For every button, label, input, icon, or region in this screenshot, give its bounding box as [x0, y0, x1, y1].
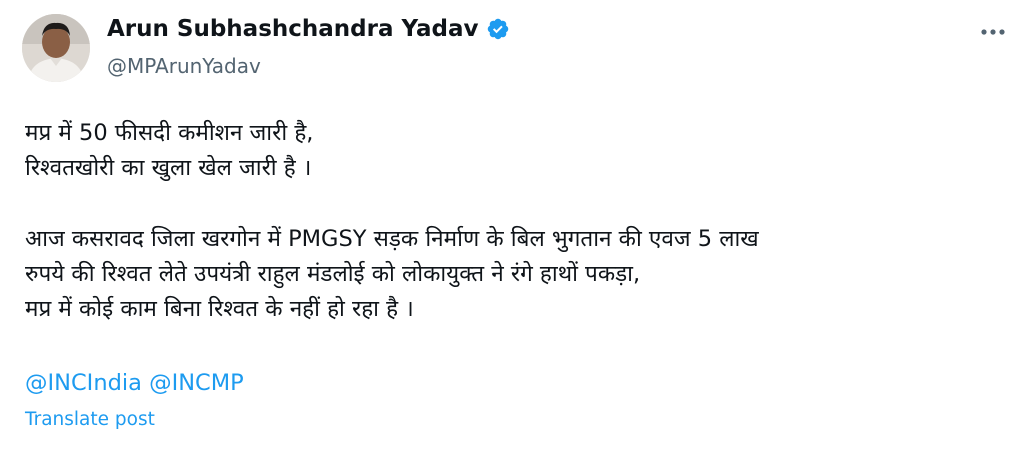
post-text-blank-line [25, 186, 1005, 222]
verified-badge-icon [486, 17, 510, 41]
post-text-line: मप्र में 50 फीसदी कमीशन जारी है, [25, 120, 314, 146]
author-display-name[interactable]: Arun Subhashchandra Yadav [107, 16, 479, 42]
post-mentions: @INCIndia @INCMP [25, 366, 244, 401]
post-text-line: रुपये की रिश्वत लेते उपयंत्री राहुल मंडल… [25, 261, 641, 287]
post-text-line: मप्र में कोई काम बिना रिश्वत के नहीं हो … [25, 296, 414, 322]
avatar[interactable] [22, 14, 90, 82]
avatar-image [22, 14, 90, 82]
post-card: Arun Subhashchandra Yadav @MPArunYadav म… [0, 0, 1024, 455]
more-horizontal-icon [981, 29, 1005, 35]
post-text-line: आज कसरावद जिला खरगोन में PMGSY सड़क निर्… [25, 226, 759, 252]
translate-post-link[interactable]: Translate post [25, 409, 155, 430]
author-name-row: Arun Subhashchandra Yadav [107, 16, 510, 42]
post-text: मप्र में 50 फीसदी कमीशन जारी है, रिश्वतख… [25, 116, 1005, 327]
author-handle[interactable]: @MPArunYadav [107, 54, 261, 78]
more-options-button[interactable] [978, 20, 1008, 44]
mention-link[interactable]: @INCMP [149, 370, 244, 396]
mention-link[interactable]: @INCIndia [25, 370, 142, 396]
post-text-line: रिश्वतखोरी का खुला खेल जारी है । [25, 155, 312, 181]
